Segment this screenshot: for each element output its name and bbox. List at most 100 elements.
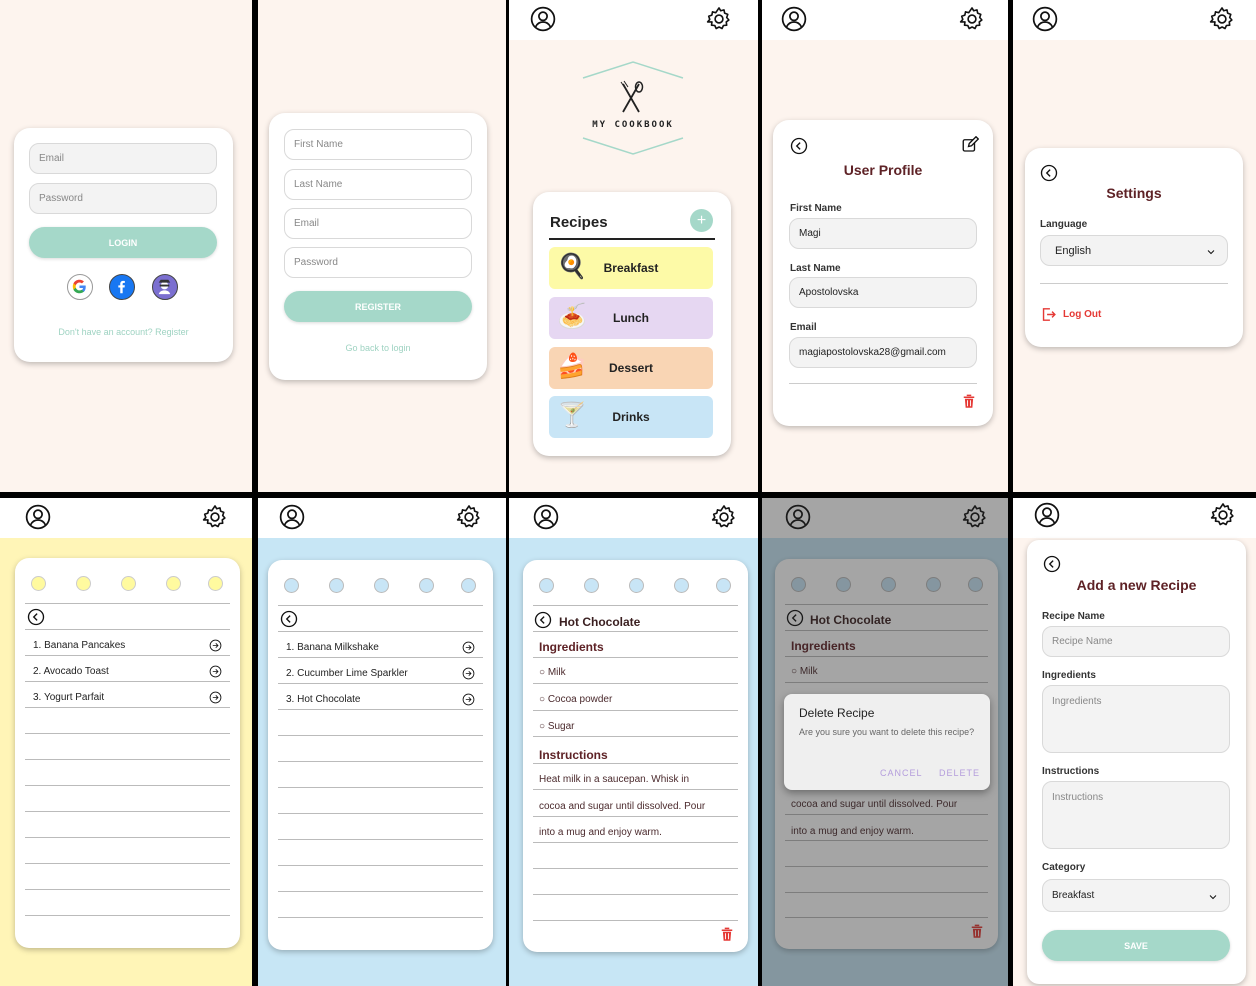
user-icon[interactable] — [781, 6, 807, 32]
password-field[interactable]: Password — [284, 247, 472, 278]
category-lunch[interactable]: 🍝 Lunch — [549, 297, 713, 339]
category-breakfast[interactable]: 🍳 Breakfast — [549, 247, 713, 289]
user-icon[interactable] — [25, 504, 51, 530]
user-icon[interactable] — [1032, 6, 1058, 32]
login-card: Email Password LOGIN Don't have an accou… — [14, 128, 233, 362]
save-button[interactable]: SAVE — [1042, 930, 1230, 961]
back-icon[interactable] — [790, 137, 808, 155]
gear-icon[interactable] — [1210, 502, 1236, 528]
binder-hole — [461, 578, 476, 593]
ruled-line — [533, 920, 738, 921]
google-icon[interactable] — [67, 274, 93, 300]
ruled-line — [25, 889, 230, 890]
register-link[interactable]: Don't have an account? Register — [14, 327, 233, 337]
back-icon[interactable] — [27, 608, 45, 626]
category-label: Drinks — [612, 410, 650, 424]
recipe-item-1[interactable]: 1. Banana Milkshake — [286, 642, 379, 653]
back-icon[interactable] — [534, 611, 552, 629]
ruled-line — [25, 603, 230, 604]
recipe-item-2[interactable]: 2. Cucumber Lime Sparkler — [286, 668, 408, 679]
ruled-line — [278, 735, 483, 736]
email-field[interactable]: magiapostolovska28@gmail.com — [789, 337, 977, 368]
login-button[interactable]: LOGIN — [29, 227, 217, 258]
confirm-delete-button[interactable]: DELETE — [939, 768, 980, 778]
ingredient-item: ○ Sugar — [539, 721, 575, 732]
register-screen: First Name Last Name Email Password REGI… — [258, 0, 506, 492]
ruled-line — [533, 816, 738, 817]
email-field[interactable]: Email — [284, 208, 472, 239]
add-recipe-button[interactable]: + — [690, 209, 713, 232]
category-label: Lunch — [613, 311, 649, 325]
gear-icon[interactable] — [706, 6, 732, 32]
facebook-icon[interactable] — [109, 274, 135, 300]
cancel-button[interactable]: CANCEL — [880, 768, 923, 778]
language-label: Language — [1040, 219, 1088, 230]
ruled-line — [278, 787, 483, 788]
gear-icon[interactable] — [1209, 6, 1235, 32]
logout-button[interactable]: Log Out — [1040, 306, 1101, 323]
open-arrow-icon[interactable] — [462, 667, 475, 680]
back-icon[interactable] — [1043, 555, 1061, 573]
binder-hole — [584, 578, 599, 593]
category-select[interactable]: Breakfast — [1042, 879, 1230, 912]
edit-icon[interactable] — [961, 136, 979, 154]
recipe-list-card: 1. Banana Milkshake 2. Cucumber Lime Spa… — [268, 560, 493, 950]
ruled-line — [533, 631, 738, 632]
recipe-name-field[interactable]: Recipe Name — [1042, 626, 1230, 657]
open-arrow-icon[interactable] — [209, 639, 222, 652]
last-name-field[interactable]: Last Name — [284, 169, 472, 200]
ruled-line — [533, 605, 738, 606]
ruled-line — [25, 681, 230, 682]
ruled-line — [25, 759, 230, 760]
gear-icon[interactable] — [456, 504, 482, 530]
recipes-card: Recipes + 🍳 Breakfast 🍝 Lunch 🍰 Dessert 🍸 Dr… — [533, 192, 731, 456]
user-icon[interactable] — [279, 504, 305, 530]
email-field[interactable]: Email — [29, 143, 217, 174]
ruled-line — [533, 657, 738, 658]
last-name-field[interactable]: Apostolovska — [789, 277, 977, 308]
open-arrow-icon[interactable] — [209, 665, 222, 678]
language-value: English — [1055, 244, 1092, 257]
recipe-item-3[interactable]: 3. Yogurt Parfait — [33, 692, 104, 703]
delete-icon[interactable] — [960, 392, 978, 410]
gear-icon[interactable] — [711, 504, 737, 530]
password-field[interactable]: Password — [29, 183, 217, 214]
add-recipe-screen: Add a new Recipe Recipe Name Recipe Name… — [1013, 498, 1256, 986]
first-name-field[interactable]: First Name — [284, 129, 472, 160]
back-to-login-link[interactable]: Go back to login — [269, 343, 487, 353]
ruled-line — [278, 683, 483, 684]
first-name-field[interactable]: Magi — [789, 218, 977, 249]
last-name-label: Last Name — [790, 263, 841, 274]
category-dessert[interactable]: 🍰 Dessert — [549, 347, 713, 389]
open-arrow-icon[interactable] — [462, 693, 475, 706]
settings-screen: Settings Language English Log Out — [1013, 0, 1256, 492]
ingredient-item: ○ Milk — [539, 667, 566, 678]
user-icon[interactable] — [533, 504, 559, 530]
ruled-line — [25, 707, 230, 708]
recipe-item-3[interactable]: 3. Hot Chocolate — [286, 694, 361, 705]
guest-icon[interactable] — [152, 274, 178, 300]
delete-icon[interactable] — [718, 925, 736, 943]
ruled-line — [25, 837, 230, 838]
dessert-icon: 🍰 — [557, 353, 587, 380]
user-icon[interactable] — [1034, 502, 1060, 528]
ruled-line — [25, 915, 230, 916]
user-icon[interactable] — [530, 6, 556, 32]
category-label: Category — [1042, 862, 1086, 873]
instructions-field[interactable]: Instructions — [1042, 781, 1230, 849]
language-select[interactable]: English — [1040, 235, 1228, 266]
open-arrow-icon[interactable] — [209, 691, 222, 704]
back-icon[interactable] — [280, 610, 298, 628]
gear-icon[interactable] — [202, 504, 228, 530]
delete-dialog: Delete Recipe Are you sure you want to d… — [784, 694, 990, 790]
category-drinks[interactable]: 🍸 Drinks — [549, 396, 713, 438]
register-button[interactable]: REGISTER — [284, 291, 472, 322]
gear-icon[interactable] — [959, 6, 985, 32]
recipe-item-1[interactable]: 1. Banana Pancakes — [33, 640, 125, 651]
open-arrow-icon[interactable] — [462, 641, 475, 654]
back-icon[interactable] — [1040, 164, 1058, 182]
recipe-item-2[interactable]: 2. Avocado Toast — [33, 666, 109, 677]
divider — [549, 238, 715, 240]
ingredients-field[interactable]: Ingredients — [1042, 685, 1230, 753]
top-bar — [1013, 0, 1256, 40]
